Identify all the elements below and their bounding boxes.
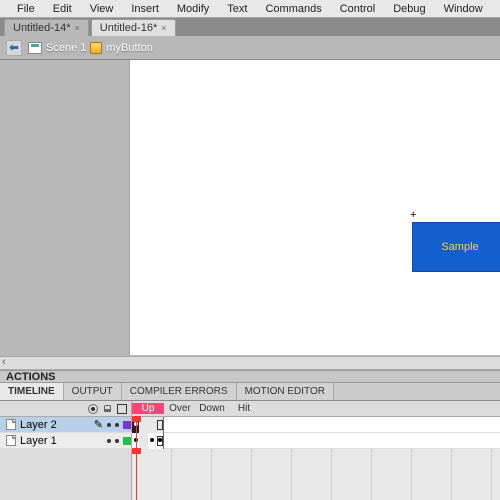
layer-name-cell[interactable]: Layer 1 [0, 433, 132, 448]
document-tabs: Untitled-14* × Untitled-16* × [0, 18, 500, 36]
menu-control[interactable]: Control [331, 3, 384, 15]
button-text: Sample [441, 241, 478, 253]
document-tab[interactable]: Untitled-16* × [91, 19, 176, 36]
close-icon[interactable]: × [74, 23, 79, 33]
outline-color[interactable] [123, 437, 131, 445]
stage[interactable]: Sample [130, 60, 500, 355]
breadcrumb: Scene 1 myButton [28, 42, 153, 54]
edit-bar: ⬅ Scene 1 myButton [0, 36, 500, 60]
frame-label-hit[interactable]: Hit [228, 403, 260, 414]
visibility-dot[interactable] [107, 439, 111, 443]
layer-name: Layer 1 [20, 435, 57, 447]
menu-commands[interactable]: Commands [256, 3, 330, 15]
symbol-name[interactable]: myButton [106, 42, 152, 54]
visibility-dot[interactable] [107, 423, 111, 427]
tab-output[interactable]: OUTPUT [64, 383, 122, 400]
menu-debug[interactable]: Debug [384, 3, 434, 15]
menu-help[interactable]: Help [492, 3, 500, 15]
stage-area[interactable]: Sample [0, 60, 500, 355]
lock-dot[interactable] [115, 423, 119, 427]
button-symbol-icon [90, 42, 102, 54]
layer-row[interactable]: Layer 2 ✎ [0, 417, 500, 433]
layer-name-cell[interactable]: Layer 2 ✎ [0, 417, 132, 432]
scene-icon [28, 42, 42, 54]
frame-label-down[interactable]: Down [196, 403, 228, 414]
timeline-layers: Layer 2 ✎ Layer 1 [0, 417, 500, 449]
horizontal-scrollbar[interactable] [0, 356, 500, 370]
layer-frames[interactable] [132, 433, 500, 448]
frame-labels: Up Over Down Hit [132, 401, 500, 416]
playhead-line [136, 449, 137, 500]
layer-frames[interactable] [132, 417, 500, 432]
frame-label-up[interactable]: Up [132, 403, 164, 414]
lock-icon[interactable] [104, 405, 111, 412]
back-arrow-icon[interactable]: ⬅ [6, 40, 22, 56]
layer-icon [6, 419, 16, 430]
layer-tools[interactable] [0, 449, 132, 500]
outline-icon[interactable] [117, 404, 127, 414]
frame[interactable] [156, 417, 164, 433]
actions-panel-header[interactable]: ACTIONS [0, 370, 500, 383]
menu-window[interactable]: Window [435, 3, 492, 15]
tab-compiler-errors[interactable]: COMPILER ERRORS [122, 383, 237, 400]
document-tab[interactable]: Untitled-14* × [4, 19, 89, 36]
playhead[interactable] [136, 417, 137, 449]
timeline-header: Up Over Down Hit [0, 401, 500, 417]
menu-file[interactable]: File [8, 3, 44, 15]
menu-modify[interactable]: Modify [168, 3, 218, 15]
layer-name: Layer 2 [20, 419, 57, 431]
close-icon[interactable]: × [161, 23, 166, 33]
frame[interactable] [140, 433, 148, 449]
actions-label: ACTIONS [6, 371, 56, 383]
frame[interactable] [148, 417, 156, 433]
keyframe[interactable] [156, 433, 164, 449]
frame-label-over[interactable]: Over [164, 403, 196, 414]
tab-motion-editor[interactable]: MOTION EDITOR [237, 383, 334, 400]
menu-edit[interactable]: Edit [44, 3, 81, 15]
timeline-footer [0, 449, 500, 500]
lock-dot[interactable] [115, 439, 119, 443]
scene-name[interactable]: Scene 1 [46, 42, 86, 54]
frame[interactable] [140, 417, 148, 433]
document-tab-label: Untitled-14* [13, 22, 70, 34]
menu-insert[interactable]: Insert [122, 3, 168, 15]
outline-color[interactable] [123, 421, 131, 429]
frame-grid [132, 449, 500, 500]
keyframe[interactable] [148, 433, 156, 449]
layer-icon [6, 435, 16, 446]
pencil-icon: ✎ [94, 418, 103, 431]
document-tab-label: Untitled-16* [100, 22, 157, 34]
layer-row[interactable]: Layer 1 [0, 433, 500, 449]
button-instance[interactable]: Sample [412, 222, 500, 272]
menu-text[interactable]: Text [218, 3, 256, 15]
visibility-icon[interactable] [88, 404, 98, 414]
menu-view[interactable]: View [81, 3, 123, 15]
menu-bar: File Edit View Insert Modify Text Comman… [0, 0, 500, 18]
bottom-panel-tabs: TIMELINE OUTPUT COMPILER ERRORS MOTION E… [0, 383, 500, 401]
layer-header-controls [0, 401, 132, 416]
tab-timeline[interactable]: TIMELINE [0, 383, 64, 400]
